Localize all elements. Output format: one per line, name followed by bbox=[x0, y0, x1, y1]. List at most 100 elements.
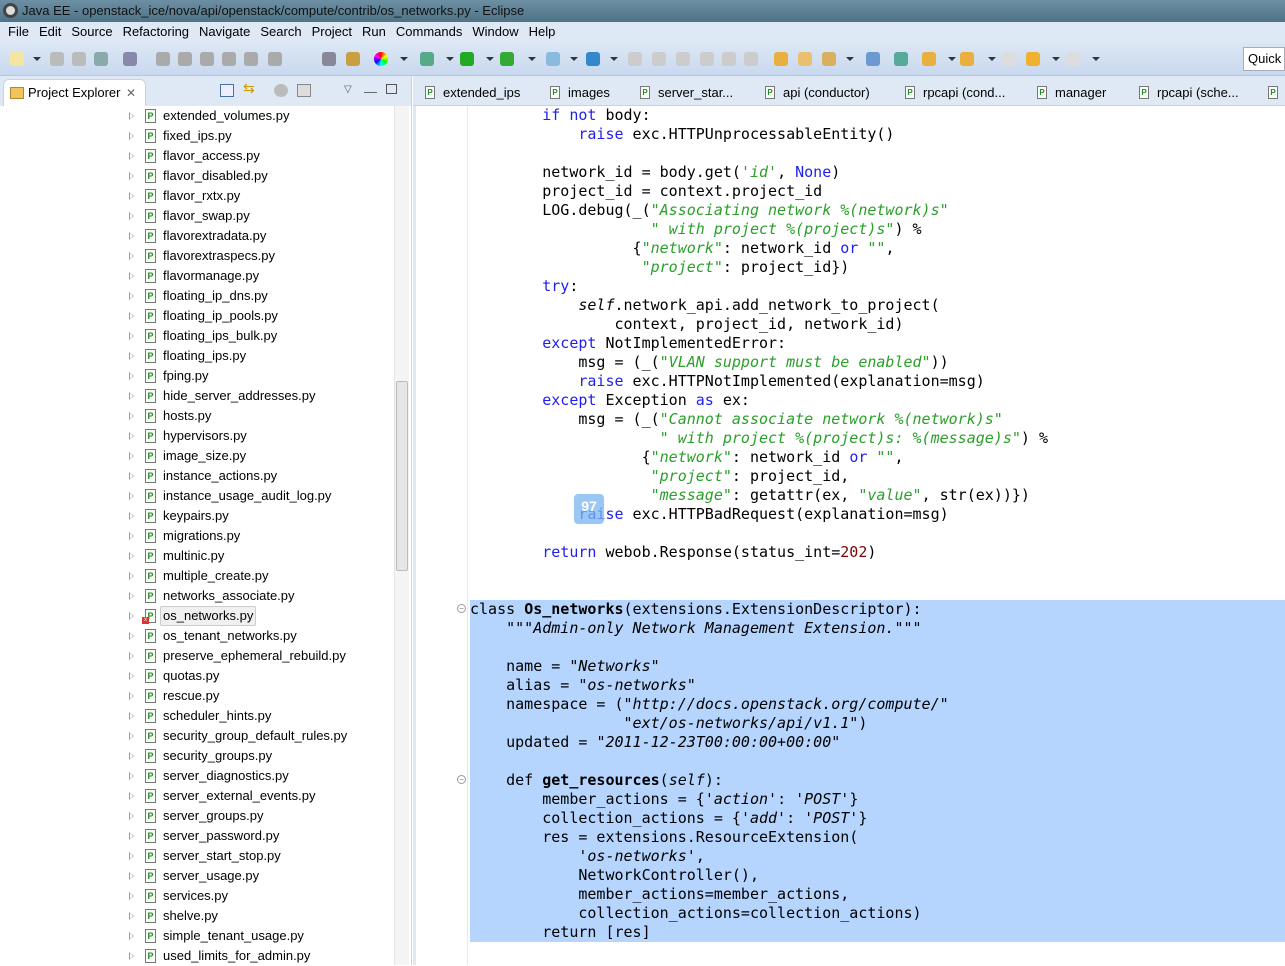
toolbar-button-icon[interactable] bbox=[420, 52, 434, 66]
tree-item[interactable]: Px os_networks.py bbox=[0, 606, 392, 626]
tree-item[interactable]: Phypervisors.py bbox=[0, 426, 392, 446]
minimize-icon[interactable]: — bbox=[364, 84, 378, 99]
toolbar-button-icon[interactable] bbox=[652, 52, 666, 66]
expand-arrow-icon[interactable] bbox=[129, 292, 134, 300]
toolbar-button-icon[interactable] bbox=[722, 52, 736, 66]
expand-arrow-icon[interactable] bbox=[129, 632, 134, 640]
toolbar-button-icon[interactable] bbox=[586, 52, 600, 66]
tree-item[interactable]: Pfloating_ips.py bbox=[0, 346, 392, 366]
toolbar-button-icon[interactable] bbox=[1026, 52, 1040, 66]
expand-arrow-icon[interactable] bbox=[129, 552, 134, 560]
toolbar-button-icon[interactable] bbox=[546, 52, 560, 66]
tree-item[interactable]: Pquotas.py bbox=[0, 666, 392, 686]
expand-arrow-icon[interactable] bbox=[129, 172, 134, 180]
toolbar-button-icon[interactable] bbox=[10, 52, 24, 66]
tree-item[interactable]: Pserver_diagnostics.py bbox=[0, 766, 392, 786]
expand-arrow-icon[interactable] bbox=[129, 692, 134, 700]
filter-icon[interactable] bbox=[274, 84, 288, 97]
expand-arrow-icon[interactable] bbox=[129, 792, 134, 800]
toolbar-button-icon[interactable] bbox=[222, 52, 236, 66]
menu-help[interactable]: Help bbox=[529, 22, 556, 42]
toolbar-button-icon[interactable] bbox=[1066, 52, 1080, 66]
code-editor[interactable]: Pextended_ips Pimages Pserver_star... Papi … bbox=[413, 76, 1285, 965]
expand-arrow-icon[interactable] bbox=[129, 892, 134, 900]
tree-item[interactable]: Ppreserve_ephemeral_rebuild.py bbox=[0, 646, 392, 666]
dropdown-arrow-icon[interactable] bbox=[528, 57, 536, 61]
expand-arrow-icon[interactable] bbox=[129, 532, 134, 540]
fold-collapse-icon[interactable]: − bbox=[457, 604, 466, 613]
expand-arrow-icon[interactable] bbox=[129, 712, 134, 720]
expand-arrow-icon[interactable] bbox=[129, 332, 134, 340]
editor-tab[interactable]: Pmanager bbox=[1037, 82, 1106, 104]
expand-arrow-icon[interactable] bbox=[129, 112, 134, 120]
toolbar-button-icon[interactable] bbox=[346, 52, 360, 66]
editor-tab[interactable]: Pextended_ips bbox=[425, 82, 520, 104]
expand-arrow-icon[interactable] bbox=[129, 152, 134, 160]
toolbar-button-icon[interactable] bbox=[1002, 52, 1016, 66]
scrollbar[interactable] bbox=[394, 106, 409, 965]
tree-item[interactable]: Psecurity_groups.py bbox=[0, 746, 392, 766]
menu-search[interactable]: Search bbox=[260, 22, 301, 42]
toolbar-button-icon[interactable] bbox=[123, 52, 137, 66]
tree-item[interactable]: Pinstance_usage_audit_log.py bbox=[0, 486, 392, 506]
scrollbar-thumb[interactable] bbox=[396, 381, 408, 571]
toolbar-button-icon[interactable] bbox=[50, 52, 64, 66]
editor-tab[interactable]: Pserver_star... bbox=[640, 82, 733, 104]
dropdown-arrow-icon[interactable] bbox=[610, 57, 618, 61]
expand-arrow-icon[interactable] bbox=[129, 392, 134, 400]
tree-item[interactable]: Pimage_size.py bbox=[0, 446, 392, 466]
close-icon[interactable]: ✕ bbox=[126, 80, 136, 106]
tree-item[interactable]: Pserver_password.py bbox=[0, 826, 392, 846]
toolbar-button-icon[interactable] bbox=[866, 52, 880, 66]
tree-item[interactable]: Pscheduler_hints.py bbox=[0, 706, 392, 726]
menu-run[interactable]: Run bbox=[362, 22, 386, 42]
expand-arrow-icon[interactable] bbox=[129, 232, 134, 240]
menu-commands[interactable]: Commands bbox=[396, 22, 462, 42]
dropdown-arrow-icon[interactable] bbox=[446, 57, 454, 61]
expand-arrow-icon[interactable] bbox=[129, 512, 134, 520]
tree-item[interactable]: Pflavor_access.py bbox=[0, 146, 392, 166]
expand-arrow-icon[interactable] bbox=[129, 272, 134, 280]
expand-arrow-icon[interactable] bbox=[129, 352, 134, 360]
tree-item[interactable]: Pfloating_ips_bulk.py bbox=[0, 326, 392, 346]
expand-arrow-icon[interactable] bbox=[129, 412, 134, 420]
expand-arrow-icon[interactable] bbox=[129, 872, 134, 880]
dropdown-arrow-icon[interactable] bbox=[988, 57, 996, 61]
tree-item[interactable]: Pmultinic.py bbox=[0, 546, 392, 566]
tree-item[interactable]: Pinstance_actions.py bbox=[0, 466, 392, 486]
tree-item[interactable]: Pmigrations.py bbox=[0, 526, 392, 546]
expand-arrow-icon[interactable] bbox=[129, 932, 134, 940]
menu-navigate[interactable]: Navigate bbox=[199, 22, 250, 42]
tree-item[interactable]: Pshelve.py bbox=[0, 906, 392, 926]
dropdown-arrow-icon[interactable] bbox=[33, 57, 41, 61]
tree-item[interactable]: Pextended_volumes.py bbox=[0, 106, 392, 126]
dropdown-arrow-icon[interactable] bbox=[1052, 57, 1060, 61]
tree-item[interactable]: Pservices.py bbox=[0, 886, 392, 906]
tree-item[interactable]: Pflavorextradata.py bbox=[0, 226, 392, 246]
expand-arrow-icon[interactable] bbox=[129, 652, 134, 660]
toolbar-button-icon[interactable] bbox=[894, 52, 908, 66]
toolbar-button-icon[interactable] bbox=[268, 52, 282, 66]
tree-item[interactable]: Pkeypairs.py bbox=[0, 506, 392, 526]
toolbar-button-icon[interactable] bbox=[94, 52, 108, 66]
toolbar-button-icon[interactable] bbox=[774, 52, 788, 66]
tree-item[interactable]: Phosts.py bbox=[0, 406, 392, 426]
tree-item[interactable]: Pnetworks_associate.py bbox=[0, 586, 392, 606]
expand-arrow-icon[interactable] bbox=[129, 752, 134, 760]
tree-item[interactable]: Psimple_tenant_usage.py bbox=[0, 926, 392, 946]
expand-arrow-icon[interactable] bbox=[129, 952, 134, 960]
collapse-all-icon[interactable] bbox=[220, 84, 234, 97]
tree-item[interactable]: Pos_tenant_networks.py bbox=[0, 626, 392, 646]
expand-arrow-icon[interactable] bbox=[129, 612, 134, 620]
expand-arrow-icon[interactable] bbox=[129, 192, 134, 200]
expand-arrow-icon[interactable] bbox=[129, 252, 134, 260]
toolbar-button-icon[interactable] bbox=[700, 52, 714, 66]
expand-arrow-icon[interactable] bbox=[129, 472, 134, 480]
toolbar-button-icon[interactable] bbox=[156, 52, 170, 66]
editor-tab[interactable]: Pimages bbox=[550, 82, 610, 104]
tree-item[interactable]: Pfping.py bbox=[0, 366, 392, 386]
tree-item[interactable]: Psecurity_group_default_rules.py bbox=[0, 726, 392, 746]
tree-item[interactable]: Phide_server_addresses.py bbox=[0, 386, 392, 406]
tab-project-explorer[interactable]: Project Explorer ✕ bbox=[3, 79, 146, 106]
tree-item[interactable]: Pflavor_rxtx.py bbox=[0, 186, 392, 206]
